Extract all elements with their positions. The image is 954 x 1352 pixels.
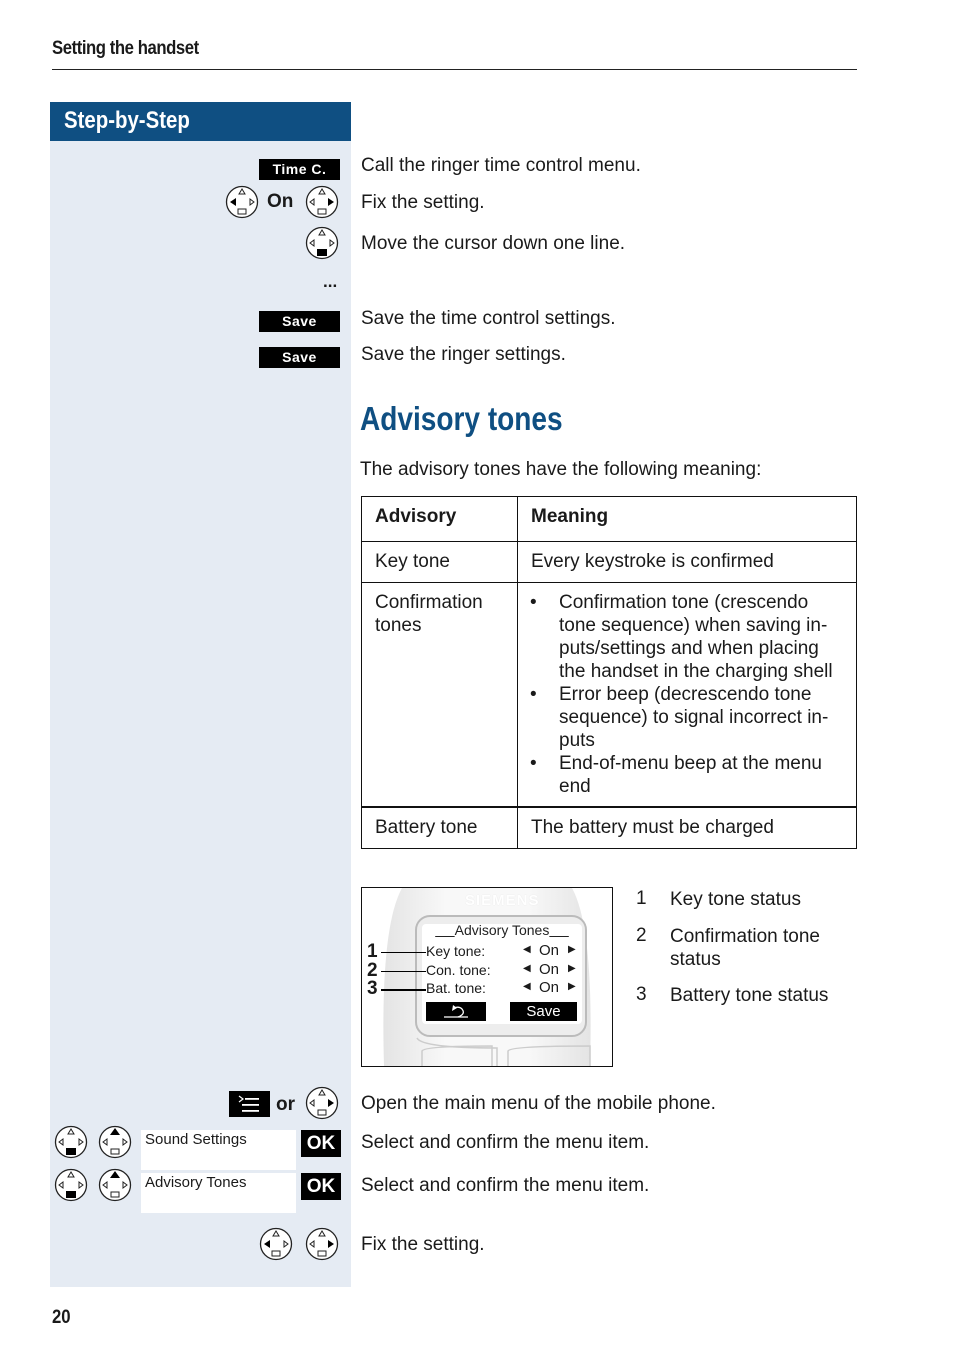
advisory-cell: Confirmation tones bbox=[361, 582, 518, 808]
left-arrow-icon: ◀ bbox=[523, 944, 531, 955]
nav-key-right-icon[interactable] bbox=[305, 1086, 339, 1120]
time-control-softkey[interactable]: Time C. bbox=[259, 159, 340, 180]
left-arrow-icon: ◀ bbox=[523, 981, 531, 992]
left-arrow-icon: ◀ bbox=[523, 963, 531, 974]
callout-line bbox=[381, 989, 426, 991]
or-connector: or bbox=[276, 1094, 295, 1115]
page-number: 20 bbox=[52, 1307, 71, 1328]
nav-key-right-icon[interactable] bbox=[305, 185, 339, 219]
callout-number: 3 bbox=[367, 978, 378, 999]
phone-display-illustration: SIEMENS Advisory Tones 1 Key tone: ◀ On … bbox=[361, 887, 613, 1067]
back-softkey[interactable] bbox=[426, 1002, 486, 1021]
advisory-cell: Key tone bbox=[361, 541, 518, 583]
legend-number: 2 bbox=[636, 925, 647, 946]
menu-item-text: Advisory Tones bbox=[145, 1174, 247, 1191]
bullet-item: Confirmation tone (crescendo tone sequen… bbox=[530, 591, 843, 683]
screen-title: Advisory Tones bbox=[424, 922, 580, 938]
header-advisory: Advisory bbox=[361, 496, 518, 542]
header-meaning: Meaning bbox=[517, 496, 857, 542]
meaning-cell: Every keystroke is confirmed bbox=[517, 541, 857, 583]
step-desc: Select and confirm the menu item. bbox=[361, 1132, 650, 1153]
ellipsis: ... bbox=[323, 272, 338, 291]
step-desc: Call the ringer time control menu. bbox=[361, 155, 641, 176]
step-desc: Open the main menu of the mobile phone. bbox=[361, 1093, 716, 1114]
table-row: Key tone Every keystroke is confirmed bbox=[361, 541, 857, 583]
save-softkey[interactable]: Save bbox=[259, 311, 340, 332]
screen-row: 2 Con. tone: ◀ On ▶ bbox=[362, 960, 612, 981]
nav-key-up-icon[interactable] bbox=[98, 1125, 132, 1159]
header-rule bbox=[52, 69, 857, 70]
meaning-cell: The battery must be charged bbox=[517, 806, 857, 849]
screen-row: 1 Key tone: ◀ On ▶ bbox=[362, 941, 612, 962]
on-value: On bbox=[267, 191, 294, 212]
nav-key-up-icon[interactable] bbox=[98, 1168, 132, 1202]
advisory-cell: Battery tone bbox=[361, 806, 518, 849]
callout-line bbox=[381, 971, 426, 972]
legend-number: 3 bbox=[636, 984, 647, 1005]
bullet-item: Error beep (decrescendo tone sequence) t… bbox=[530, 683, 843, 752]
right-arrow-icon: ▶ bbox=[568, 981, 576, 992]
step-desc: Select and confirm the menu item. bbox=[361, 1175, 650, 1196]
running-head: Setting the handset bbox=[52, 38, 199, 59]
nav-key-down-icon[interactable] bbox=[54, 1168, 88, 1202]
row-label: Key tone: bbox=[426, 943, 486, 959]
menu-item-text: Sound Settings bbox=[145, 1131, 247, 1148]
menu-list-icon bbox=[238, 1095, 259, 1112]
right-arrow-icon: ▶ bbox=[568, 963, 576, 974]
nav-key-left-icon[interactable] bbox=[259, 1227, 293, 1261]
menu-key[interactable] bbox=[229, 1091, 270, 1117]
brand-logo: SIEMENS bbox=[465, 892, 540, 909]
screen-title-text: Advisory Tones bbox=[454, 922, 550, 938]
legend-text: Confirmation tone status bbox=[670, 926, 820, 970]
advisory-text: Confirmation tones bbox=[375, 592, 483, 636]
section-intro: The advisory tones have the following me… bbox=[360, 459, 762, 480]
step-desc: Fix the setting. bbox=[361, 192, 485, 213]
table-row: Battery tone The battery must be charged bbox=[361, 806, 857, 849]
row-value: On bbox=[539, 979, 560, 996]
advisory-tones-table: Advisory Meaning Key tone Every keystrok… bbox=[361, 496, 857, 849]
step-desc: Save the time control settings. bbox=[361, 308, 616, 329]
table-header-row: Advisory Meaning bbox=[361, 496, 857, 542]
nav-key-down-icon[interactable] bbox=[54, 1125, 88, 1159]
nav-key-right-icon[interactable] bbox=[305, 1227, 339, 1261]
sidebar-title-text: Step-by-Step bbox=[64, 107, 190, 134]
menu-item-display: Sound Settings bbox=[141, 1130, 296, 1170]
menu-item-display: Advisory Tones bbox=[141, 1173, 296, 1213]
callout-line bbox=[381, 952, 426, 953]
legend-text: Key tone status bbox=[670, 889, 801, 910]
table-row: Confirmation tones Confirmation tone (cr… bbox=[361, 582, 857, 808]
ok-button[interactable]: OK bbox=[301, 1173, 341, 1200]
back-arrow-icon bbox=[444, 1005, 468, 1018]
row-value: On bbox=[539, 942, 560, 959]
row-label: Con. tone: bbox=[426, 962, 491, 978]
step-desc: Move the cursor down one line. bbox=[361, 233, 626, 254]
sidebar-title: Step-by-Step bbox=[50, 102, 351, 141]
screen-row: 3 Bat. tone: ◀ On ▶ bbox=[362, 978, 612, 999]
meaning-cell: Confirmation tone (crescendo tone sequen… bbox=[517, 582, 857, 808]
legend-number: 1 bbox=[636, 888, 647, 909]
step-desc: Save the ringer settings. bbox=[361, 344, 566, 365]
save-softkey[interactable]: Save bbox=[510, 1002, 577, 1021]
bullet-item: End-of-menu beep at the menu end bbox=[530, 752, 843, 798]
row-value: On bbox=[539, 961, 560, 978]
step-desc: Fix the setting. bbox=[361, 1234, 485, 1255]
legend-text: Battery tone status bbox=[670, 985, 829, 1006]
nav-key-left-icon[interactable] bbox=[225, 185, 259, 219]
section-title: Advisory tones bbox=[360, 400, 563, 437]
save-softkey[interactable]: Save bbox=[259, 347, 340, 368]
row-label: Bat. tone: bbox=[426, 980, 486, 996]
nav-key-down-icon[interactable] bbox=[305, 226, 339, 260]
right-arrow-icon: ▶ bbox=[568, 944, 576, 955]
ok-button[interactable]: OK bbox=[301, 1130, 341, 1157]
